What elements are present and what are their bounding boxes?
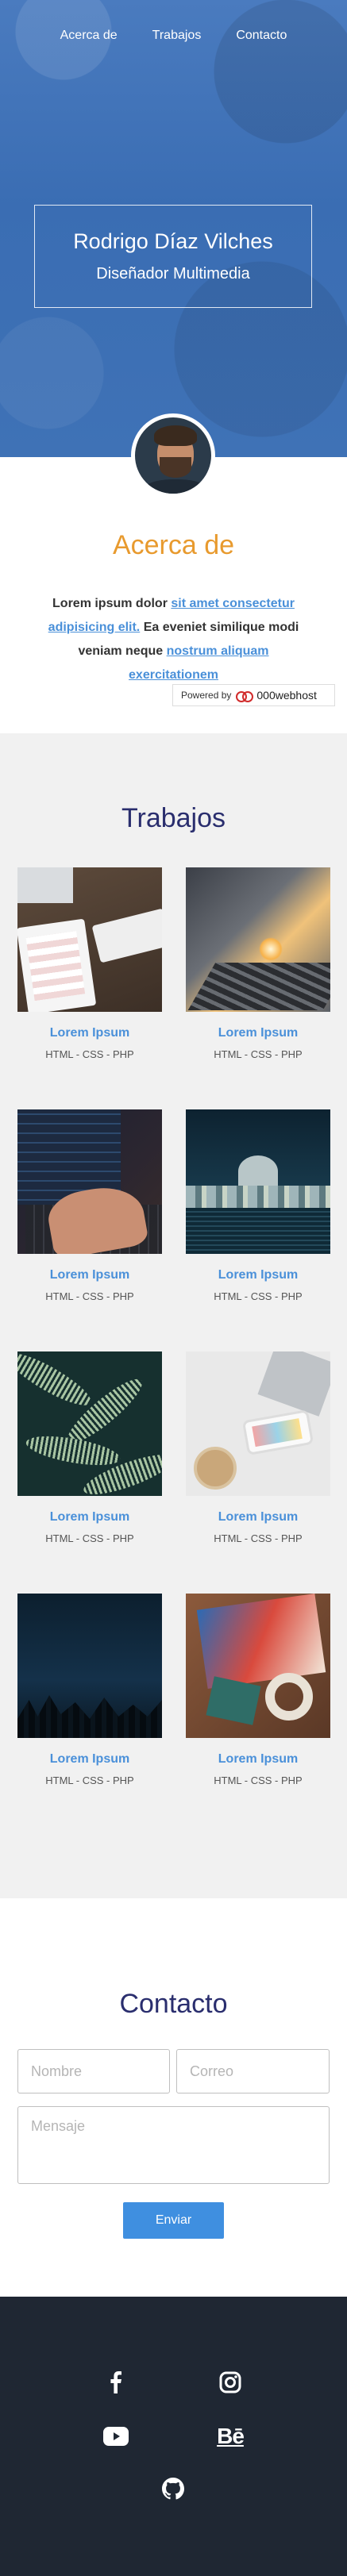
facebook-icon[interactable] <box>100 2366 132 2398</box>
work-title[interactable]: Lorem Ipsum <box>186 1752 330 1767</box>
footer: Bē <box>0 2297 347 2576</box>
work-title[interactable]: Lorem Ipsum <box>186 1026 330 1040</box>
work-title[interactable]: Lorem Ipsum <box>186 1510 330 1524</box>
work-tags: HTML - CSS - PHP <box>45 1532 134 1544</box>
work-title[interactable]: Lorem Ipsum <box>17 1026 162 1040</box>
work-tags: HTML - CSS - PHP <box>45 1048 134 1060</box>
work-card[interactable]: Lorem Ipsum HTML - CSS - PHP <box>186 1351 330 1544</box>
work-title[interactable]: Lorem Ipsum <box>17 1510 162 1524</box>
work-thumbnail[interactable] <box>17 1109 162 1254</box>
hero-title-box: Rodrigo Díaz Vilches Diseñador Multimedi… <box>34 205 312 308</box>
work-thumbnail[interactable] <box>186 1109 330 1254</box>
instagram-icon[interactable] <box>214 2366 246 2398</box>
nav-link-contact[interactable]: Contacto <box>236 29 287 43</box>
powered-by-label: Powered by <box>181 690 232 701</box>
contact-section: Contacto Enviar <box>0 1898 347 2297</box>
work-title[interactable]: Lorem Ipsum <box>186 1268 330 1282</box>
work-tags: HTML - CSS - PHP <box>214 1774 303 1786</box>
nav-link-about[interactable]: Acerca de <box>60 29 118 43</box>
send-button[interactable]: Enviar <box>123 2202 224 2239</box>
powered-by-brand: 000webhost <box>256 689 317 702</box>
work-tags: HTML - CSS - PHP <box>45 1774 134 1786</box>
hero-name: Rodrigo Díaz Vilches <box>73 229 273 253</box>
work-tags: HTML - CSS - PHP <box>214 1048 303 1060</box>
behance-icon[interactable]: Bē <box>211 2420 249 2452</box>
work-thumbnail[interactable] <box>17 1594 162 1738</box>
works-section: Trabajos Lorem Ipsum HTML - CSS - PHP Lo… <box>0 733 347 1898</box>
about-title: Acerca de <box>112 530 235 560</box>
work-card[interactable]: Lorem Ipsum HTML - CSS - PHP <box>17 867 162 1060</box>
work-thumbnail[interactable] <box>186 1594 330 1738</box>
about-section: Acerca de Lorem ipsum dolor sit amet con… <box>0 457 347 733</box>
email-field[interactable] <box>176 2049 330 2093</box>
work-card[interactable]: Lorem Ipsum HTML - CSS - PHP <box>186 867 330 1060</box>
about-text: Lorem ipsum dolor sit amet consectetur a… <box>44 592 303 687</box>
hero-role: Diseñador Multimedia <box>96 265 250 283</box>
message-field[interactable] <box>17 2106 330 2184</box>
work-thumbnail[interactable] <box>17 867 162 1012</box>
work-card[interactable]: Lorem Ipsum HTML - CSS - PHP <box>186 1109 330 1302</box>
work-tags: HTML - CSS - PHP <box>214 1532 303 1544</box>
main-nav: Acerca de Trabajos Contacto <box>0 29 347 43</box>
nav-link-works[interactable]: Trabajos <box>152 29 202 43</box>
github-icon[interactable] <box>157 2473 189 2505</box>
youtube-icon[interactable] <box>100 2420 132 2452</box>
work-card[interactable]: Lorem Ipsum HTML - CSS - PHP <box>186 1594 330 1786</box>
name-field[interactable] <box>17 2049 170 2093</box>
work-thumbnail[interactable] <box>186 867 330 1012</box>
behance-glyph: Bē <box>217 2424 245 2448</box>
about-text-part-1: Lorem ipsum dolor <box>52 597 172 610</box>
work-title[interactable]: Lorem Ipsum <box>17 1752 162 1767</box>
webhost-logo-icon <box>236 690 254 702</box>
hero-section: Acerca de Trabajos Contacto Rodrigo Díaz… <box>0 0 347 457</box>
works-title: Trabajos <box>121 803 226 833</box>
work-title[interactable]: Lorem Ipsum <box>17 1268 162 1282</box>
work-thumbnail[interactable] <box>186 1351 330 1496</box>
work-card[interactable]: Lorem Ipsum HTML - CSS - PHP <box>17 1109 162 1302</box>
powered-by-badge[interactable]: Powered by 000webhost <box>172 684 335 706</box>
work-thumbnail[interactable] <box>17 1351 162 1496</box>
avatar <box>131 413 215 498</box>
work-card[interactable]: Lorem Ipsum HTML - CSS - PHP <box>17 1594 162 1786</box>
work-tags: HTML - CSS - PHP <box>214 1290 303 1302</box>
work-card[interactable]: Lorem Ipsum HTML - CSS - PHP <box>17 1351 162 1544</box>
contact-title: Contacto <box>119 1989 228 2019</box>
work-tags: HTML - CSS - PHP <box>45 1290 134 1302</box>
